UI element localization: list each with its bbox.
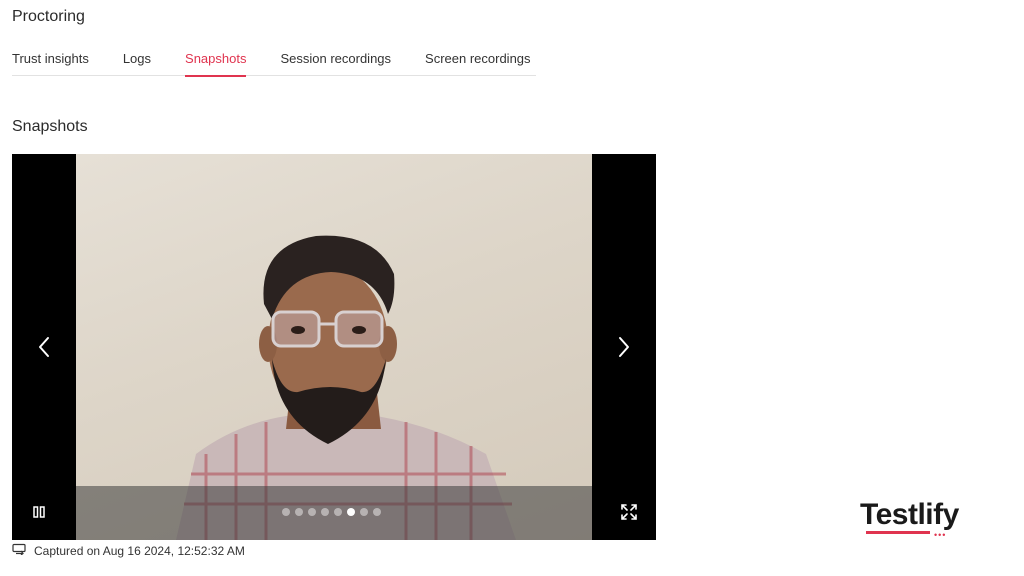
brand-dots: •••	[934, 530, 947, 540]
tab-session-recordings[interactable]: Session recordings	[280, 50, 391, 76]
chevron-right-icon[interactable]	[612, 332, 636, 362]
brand-logo: Testlify •••	[860, 498, 980, 541]
slide-dot[interactable]	[282, 508, 290, 516]
tab-trust-insights[interactable]: Trust insights	[12, 50, 89, 76]
snapshot-image	[76, 154, 592, 540]
slide-dot[interactable]	[334, 508, 342, 516]
chevron-left-icon[interactable]	[32, 332, 56, 362]
page-title: Proctoring	[12, 8, 85, 25]
capture-info: Captured on Aug 16 2024, 12:52:32 AM	[12, 543, 245, 558]
slide-dot[interactable]	[295, 508, 303, 516]
camera-capture-icon	[12, 543, 26, 558]
brand-underline	[866, 531, 930, 534]
slide-dot[interactable]	[360, 508, 368, 516]
pause-icon[interactable]	[32, 504, 46, 520]
capture-timestamp: Captured on Aug 16 2024, 12:52:32 AM	[34, 543, 245, 558]
tab-bar: Trust insights Logs Snapshots Session re…	[12, 50, 536, 77]
slide-dot[interactable]	[308, 508, 316, 516]
tab-screen-recordings[interactable]: Screen recordings	[425, 50, 531, 76]
expand-icon[interactable]	[620, 503, 638, 521]
snapshot-viewer	[12, 154, 656, 540]
slide-dot[interactable]	[347, 508, 355, 516]
slide-dot[interactable]	[321, 508, 329, 516]
section-title: Snapshots	[12, 118, 88, 135]
slide-indicator	[282, 508, 381, 516]
brand-name: Testlify	[860, 498, 959, 531]
slide-dot[interactable]	[373, 508, 381, 516]
tab-logs[interactable]: Logs	[123, 50, 151, 76]
tab-snapshots[interactable]: Snapshots	[185, 50, 247, 77]
